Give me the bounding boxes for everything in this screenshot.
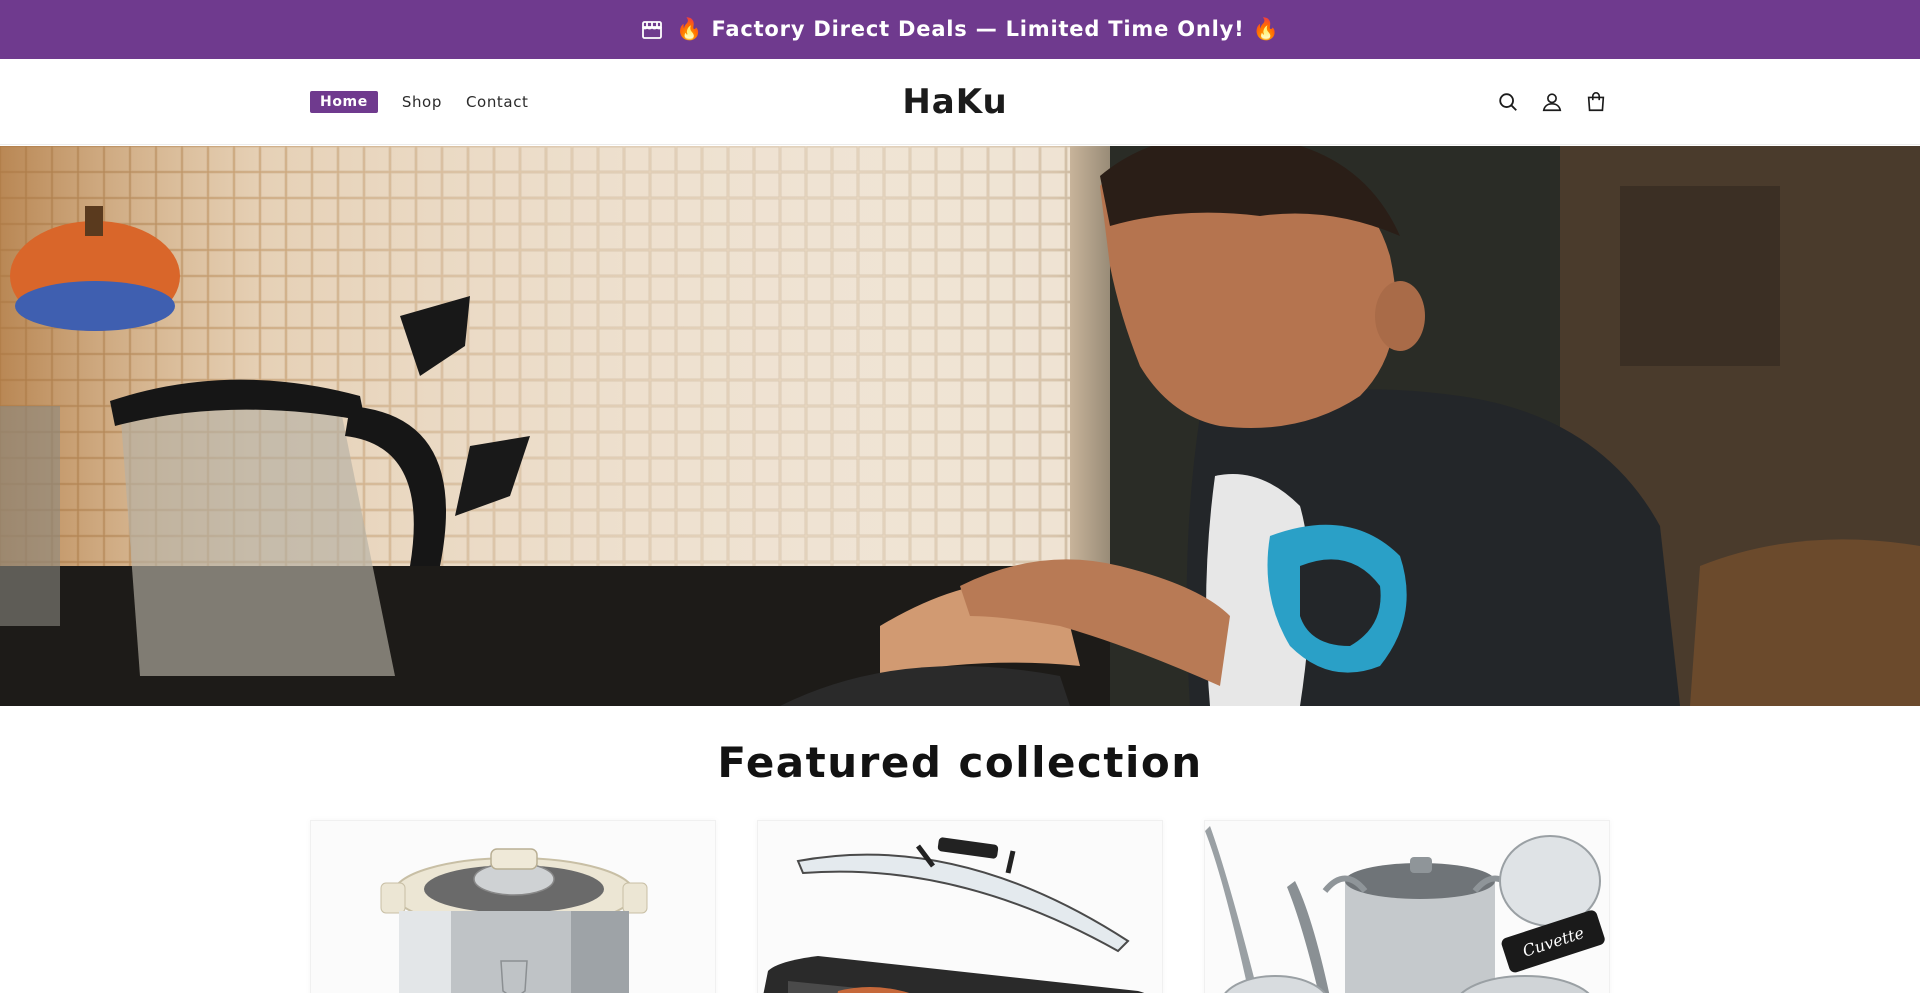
product-card-2[interactable]	[757, 820, 1163, 993]
account-icon[interactable]	[1540, 90, 1564, 114]
cookware-set-image: Cuvette	[1205, 826, 1605, 993]
pressure-cooker-image	[380, 848, 648, 993]
product-grid: Cuvette	[310, 820, 1610, 993]
announcement-text: 🔥 Factory Direct Deals — Limited Time On…	[676, 17, 1280, 41]
grill-pan-with-lid-image	[763, 837, 1145, 993]
main-nav: Home Shop Contact	[310, 59, 529, 145]
store-icon	[640, 18, 664, 42]
header-icons	[1496, 59, 1608, 145]
nav-contact-link[interactable]: Contact	[466, 93, 529, 111]
product-card-3[interactable]: Cuvette	[1204, 820, 1610, 993]
featured-collection-title: Featured collection	[717, 738, 1203, 787]
nav-shop-link[interactable]: Shop	[402, 93, 442, 111]
cart-icon[interactable]	[1584, 90, 1608, 114]
announcement-bar: 🔥 Factory Direct Deals — Limited Time On…	[0, 0, 1920, 59]
hero-image-kitchen	[0, 146, 1920, 706]
product-card-1[interactable]	[310, 820, 716, 993]
nav-home-link[interactable]: Home	[310, 91, 378, 113]
logo-wrapper: HaKu	[0, 59, 1910, 145]
site-header: Home Shop Contact HaKu	[0, 59, 1920, 145]
search-icon[interactable]	[1496, 90, 1520, 114]
site-logo[interactable]: HaKu	[902, 82, 1007, 122]
